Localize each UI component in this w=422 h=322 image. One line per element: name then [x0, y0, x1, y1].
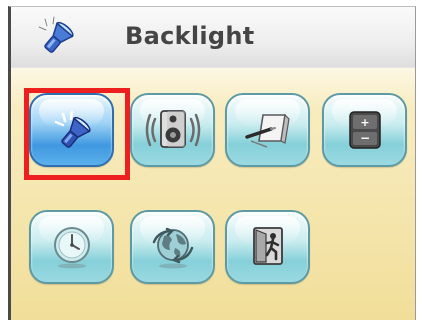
flashlight-icon — [33, 13, 77, 57]
backlight-button[interactable] — [29, 93, 114, 167]
calculator-button[interactable]: + − — [322, 93, 407, 167]
app-window: Backlight + − — [8, 6, 416, 320]
header-bar: Backlight — [11, 7, 415, 68]
globe-icon — [152, 227, 193, 269]
sound-button[interactable] — [130, 93, 215, 167]
exit-door-icon — [252, 227, 283, 265]
page-title: Backlight — [125, 22, 255, 50]
globe-button[interactable] — [130, 210, 215, 284]
calibrate-button[interactable] — [225, 93, 310, 167]
pen-icon — [244, 113, 290, 148]
calculator-icon: + − — [348, 111, 381, 149]
exit-button[interactable] — [225, 210, 310, 284]
svg-text:+: + — [360, 116, 369, 129]
flashlight-icon — [54, 110, 91, 148]
svg-text:−: − — [359, 131, 369, 145]
speaker-icon — [145, 110, 200, 148]
clock-icon — [53, 227, 90, 269]
clock-button[interactable] — [29, 210, 114, 284]
